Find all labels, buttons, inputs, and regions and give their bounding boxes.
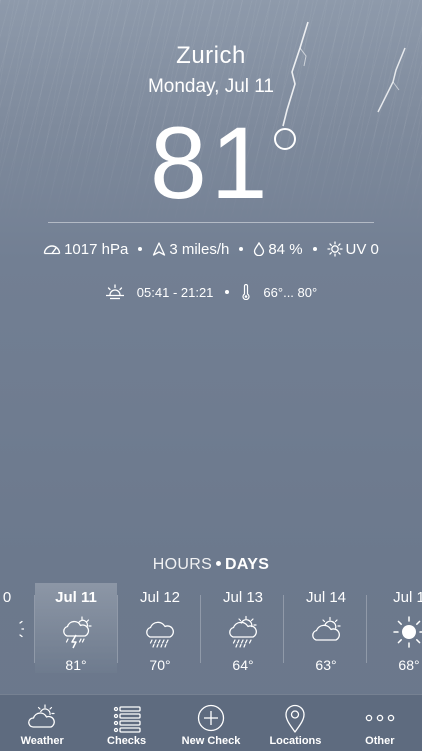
sunrise-sunset-stat: 05:41 - 21:21 [105, 284, 214, 300]
day-temp: 63° [315, 657, 337, 673]
sun-rain-cloud-icon [229, 615, 257, 648]
wind-direction-icon [153, 242, 166, 256]
day-temp: 64° [232, 657, 254, 673]
forecast-toggle: HOURS DAYS [0, 556, 422, 574]
uv-value: UV 0 [345, 240, 379, 258]
day-temp: 70° [149, 657, 171, 673]
sunrise-icon [105, 284, 124, 300]
day-label: Jul 14 [305, 589, 347, 606]
bottom-tab-bar: Weather Checks New Check Locations Other [0, 694, 422, 751]
drop-icon [254, 242, 265, 256]
tab-label: New Check [181, 735, 241, 747]
separator-dot [138, 247, 143, 251]
degree-symbol [274, 128, 296, 150]
tab-other[interactable]: Other [338, 695, 422, 751]
day-card[interactable]: Jul 12 70° [119, 583, 201, 673]
pressure-stat: 1017 hPa [43, 241, 128, 258]
separator-dot [312, 247, 317, 251]
rain-cloud-icon [146, 621, 174, 648]
partial-sun-icon [19, 620, 24, 638]
tab-weather[interactable]: Weather [0, 695, 84, 751]
weather-icon [28, 704, 56, 728]
thermometer-icon [242, 284, 251, 300]
plus-circle-icon [197, 704, 225, 732]
tab-locations[interactable]: Locations [253, 695, 337, 751]
sun-cloud-icon [312, 616, 341, 641]
day-card-selected[interactable]: Jul 11 81° [35, 583, 117, 673]
humidity-stat: 84 % [253, 240, 303, 258]
temp-range-value: 66°... 80° [263, 284, 318, 300]
current-date: Monday, Jul 11 [147, 76, 275, 97]
thunderstorm-icon [63, 616, 92, 649]
day-label: Jul 13 [222, 589, 264, 606]
current-stats: 1017 hPa 3 miles/h 84 % UV 0 [0, 238, 422, 260]
sunrise-sunset-value: 05:41 - 21:21 [136, 284, 214, 300]
day-label: Jul 11 [55, 589, 97, 606]
gauge-icon [43, 245, 61, 255]
tab-label: Weather [20, 735, 64, 747]
more-icon [365, 714, 395, 722]
day-temp: 68° [398, 657, 420, 673]
day-temp: 81° [65, 657, 87, 673]
uv-stat: UV 0 [326, 240, 379, 258]
daily-forecast-strip[interactable]: 0 Jul 11 81° Jul 12 70° Jul 13 64° Jul 1… [0, 583, 422, 683]
current-temperature: 81 [150, 106, 272, 220]
day-card[interactable]: Jul 14 63° [285, 583, 367, 673]
day-card[interactable]: Jul 13 64° [202, 583, 284, 673]
sun-icon [326, 241, 343, 257]
day-separator [283, 595, 284, 663]
sun-temp-row: 05:41 - 21:21 66°... 80° [0, 281, 422, 303]
day-card[interactable]: Jul 1 68° [368, 583, 422, 673]
sun-icon [393, 616, 422, 648]
tab-label: Checks [107, 735, 147, 747]
day-separator [200, 595, 201, 663]
wind-value: 3 miles/h [169, 240, 230, 258]
day-separator [117, 595, 118, 663]
wind-stat: 3 miles/h [152, 241, 229, 258]
day-separator [366, 595, 367, 663]
hours-tab[interactable]: HOURS [153, 556, 212, 573]
list-icon [113, 706, 141, 733]
days-tab[interactable]: DAYS [225, 556, 269, 573]
day-label: Jul 12 [139, 589, 181, 606]
separator-dot [225, 290, 230, 294]
divider [48, 222, 374, 223]
pressure-value: 1017 hPa [64, 240, 129, 258]
location-pin-icon [285, 704, 306, 733]
tab-checks[interactable]: Checks [84, 695, 168, 751]
separator-dot [239, 247, 244, 251]
toggle-separator-dot [216, 560, 222, 566]
tab-new-check[interactable]: New Check [169, 695, 253, 751]
tab-label: Locations [269, 735, 322, 747]
temp-range-stat: 66°... 80° [241, 284, 317, 300]
tab-label: Other [365, 735, 395, 747]
humidity-value: 84 % [268, 240, 303, 258]
city-name: Zurich [176, 42, 246, 69]
day-label: Jul 1 [393, 589, 422, 606]
